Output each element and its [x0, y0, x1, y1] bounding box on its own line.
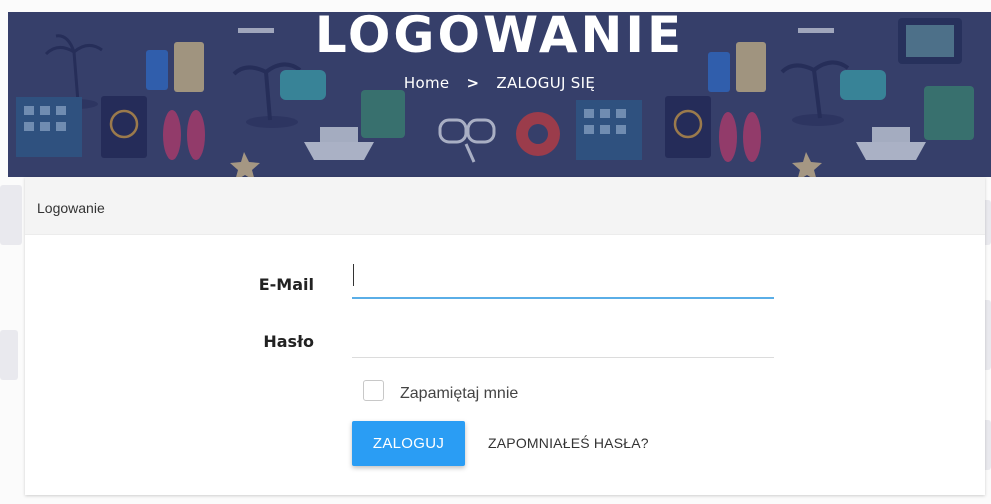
forgot-password-link[interactable]: ZAPOMNIAŁEŚ HASŁA? — [488, 435, 649, 451]
breadcrumb-current: ZALOGUJ SIĘ — [496, 74, 596, 92]
breadcrumb: Home > ZALOGUJ SIĘ — [8, 74, 991, 92]
breadcrumb-chevron-icon: > — [466, 74, 480, 92]
hero-banner: LOGOWANIE Home > ZALOGUJ SIĘ — [8, 12, 991, 177]
card-header: Logowanie — [25, 177, 985, 235]
text-cursor — [353, 264, 354, 286]
login-button[interactable]: ZALOGUJ — [352, 421, 465, 466]
page-title: LOGOWANIE — [314, 12, 685, 64]
breadcrumb-home-link[interactable]: Home — [404, 74, 450, 92]
remember-me-label[interactable]: Zapamiętaj mnie — [400, 385, 518, 403]
password-field[interactable] — [352, 322, 774, 358]
password-label: Hasło — [263, 332, 314, 351]
email-field[interactable] — [352, 263, 774, 299]
login-card: Logowanie E-Mail Hasło Zapamiętaj mnie Z… — [25, 177, 985, 495]
email-label: E-Mail — [258, 275, 314, 294]
remember-me-checkbox[interactable] — [363, 380, 384, 401]
